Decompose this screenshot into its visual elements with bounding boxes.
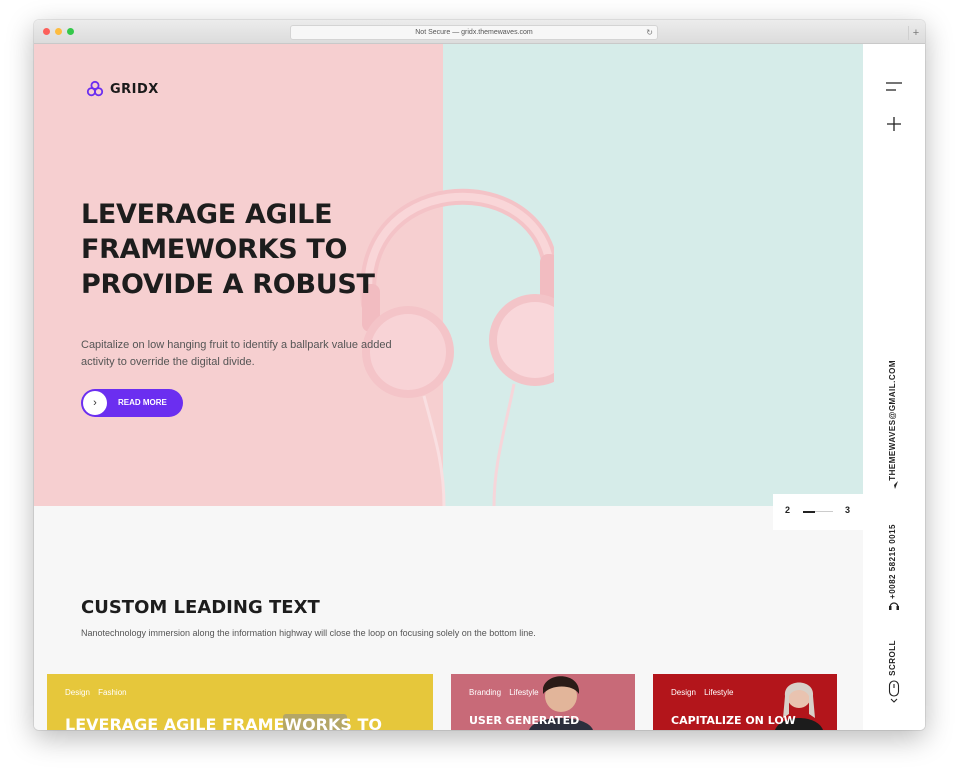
logo-icon (86, 80, 104, 97)
address-bar[interactable]: Not Secure — gridx.themewaves.com ↻ (290, 25, 658, 40)
blog-card-3[interactable]: Design Lifestyle CAPITALIZE ON LOW HANGI… (653, 674, 837, 730)
hero-slider: GRIDX LEVERAGE AGILE FRAMEWORKS TO PROVI… (34, 44, 863, 506)
logo-text: GRIDX (110, 81, 159, 97)
sidebar-phone[interactable]: +0082 58215 0015 (888, 524, 897, 599)
menu-icon[interactable] (884, 80, 904, 94)
card-tags[interactable]: Branding Lifestyle (469, 688, 539, 697)
new-tab-button[interactable]: + (908, 26, 923, 40)
read-more-label: READ MORE (118, 398, 167, 407)
minimize-window-button[interactable] (55, 28, 62, 35)
sidebar-email[interactable]: THEMEWAVES@GMAIL.COM (888, 360, 897, 481)
reload-icon[interactable]: ↻ (646, 26, 653, 39)
browser-titlebar: Not Secure — gridx.themewaves.com ↻ + (34, 20, 925, 44)
browser-window: Not Secure — gridx.themewaves.com ↻ + GR… (34, 20, 925, 730)
hero-text: Capitalize on low hanging fruit to ident… (81, 339, 392, 368)
card-tags[interactable]: Design Fashion (65, 688, 127, 697)
hero-title: LEVERAGE AGILE FRAMEWORKS TO PROVIDE A R… (81, 199, 375, 300)
card-title[interactable]: LEVERAGE AGILE FRAMEWORKS TO PROVIDE A R… (65, 714, 385, 730)
section-title: CUSTOM LEADING TEXT (81, 597, 320, 618)
plus-icon[interactable] (886, 116, 902, 132)
headphones-image (360, 188, 554, 506)
card-title[interactable]: USER GENERATED CONTENT IN REAL-TIME (469, 714, 629, 730)
section-text: Nanotechnology immersion along the infor… (81, 628, 536, 638)
slide-pagination: 2 3 (773, 494, 863, 530)
prev-slide-icon[interactable]: ‹ (726, 500, 731, 506)
blog-card-1[interactable]: Design Fashion LEVERAGE AGILE FRAMEWORKS… (47, 674, 433, 730)
page-viewport: GRIDX LEVERAGE AGILE FRAMEWORKS TO PROVI… (34, 44, 925, 730)
next-slide-number: 3 (845, 505, 851, 515)
read-more-button[interactable]: › READ MORE (81, 389, 183, 417)
scroll-label[interactable]: SCROLL (888, 640, 897, 676)
mouse-scroll-icon (888, 680, 900, 703)
card-tags[interactable]: Design Lifestyle (671, 688, 733, 697)
send-icon (890, 481, 898, 489)
card-title[interactable]: CAPITALIZE ON LOW HANGING FRUIT TO (671, 714, 801, 730)
right-sidebar: THEMEWAVES@GMAIL.COM +0082 58215 0015 SC… (863, 44, 925, 730)
blog-card-2[interactable]: Branding Lifestyle USER GENERATED CONTEN… (451, 674, 635, 730)
chevron-right-icon: › (83, 391, 107, 415)
slide-progress-fill (803, 510, 815, 513)
zoom-window-button[interactable] (67, 28, 74, 35)
site-logo[interactable]: GRIDX (86, 80, 159, 98)
slide-progress-track (803, 510, 833, 513)
address-bar-url: Not Secure — gridx.themewaves.com (415, 29, 533, 36)
next-slide-icon[interactable]: › (754, 500, 759, 506)
headset-icon (889, 602, 899, 610)
close-window-button[interactable] (43, 28, 50, 35)
current-slide-number: 2 (785, 505, 791, 515)
